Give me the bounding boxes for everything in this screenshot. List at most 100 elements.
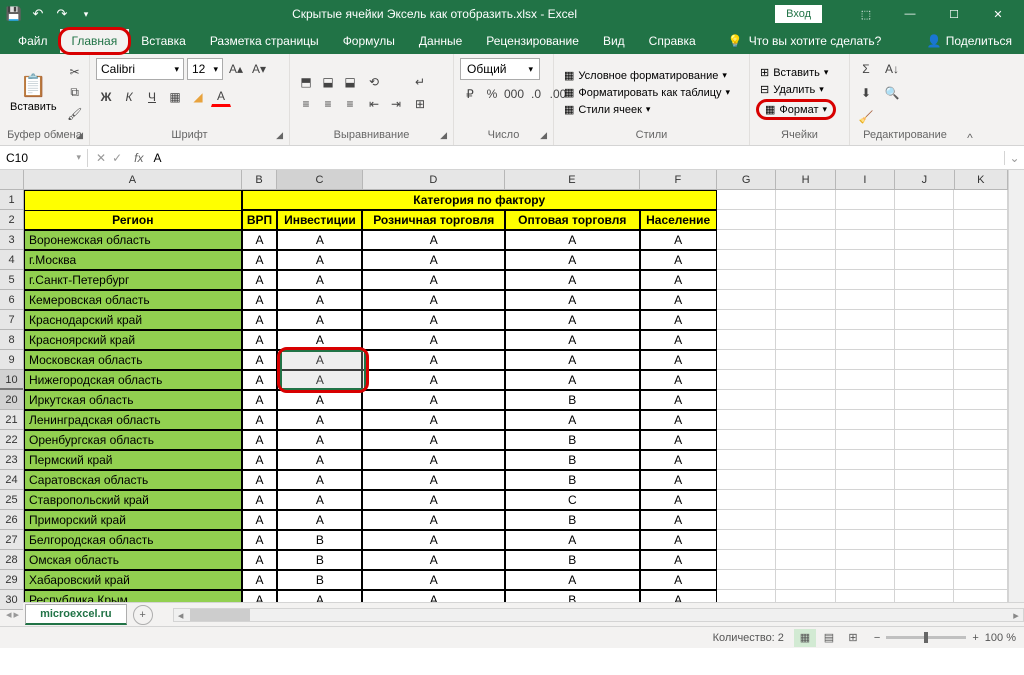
cell-data[interactable]: А	[242, 590, 278, 602]
row-header[interactable]: 30	[0, 590, 23, 610]
paste-button[interactable]: 📋 Вставить	[6, 71, 61, 115]
header-population[interactable]: Население	[640, 210, 717, 230]
cell-data[interactable]: А	[362, 510, 505, 530]
cell-empty[interactable]	[895, 470, 954, 490]
cell-empty[interactable]	[954, 490, 1008, 510]
header-vrp[interactable]: ВРП	[242, 210, 278, 230]
cell-empty[interactable]	[717, 570, 776, 590]
vertical-scrollbar[interactable]	[1008, 170, 1024, 602]
cell-data[interactable]: А	[362, 430, 505, 450]
cell-data[interactable]: В	[505, 550, 640, 570]
cell-data[interactable]: В	[505, 450, 640, 470]
cell-empty[interactable]	[717, 370, 776, 390]
cell-empty[interactable]	[717, 550, 776, 570]
cell-data[interactable]: А	[362, 290, 505, 310]
cell-empty[interactable]	[895, 190, 954, 210]
select-all-corner[interactable]	[0, 170, 23, 190]
cell-data[interactable]: С	[505, 490, 640, 510]
row-header[interactable]: 26	[0, 510, 23, 530]
cell-region[interactable]: Республика Крым	[24, 590, 242, 602]
find-icon[interactable]: 🔍	[882, 83, 902, 103]
cell-data[interactable]: А	[362, 370, 505, 390]
close-icon[interactable]: ✕	[978, 2, 1018, 26]
cell-empty[interactable]	[954, 350, 1008, 370]
cell-data[interactable]: А	[640, 430, 717, 450]
cell-data[interactable]: А	[277, 510, 362, 530]
cell-empty[interactable]	[717, 410, 776, 430]
cell-data[interactable]: А	[277, 270, 362, 290]
cell-empty[interactable]	[776, 330, 835, 350]
row-header[interactable]: 10	[0, 370, 23, 390]
normal-view-icon[interactable]: ▦	[794, 629, 816, 647]
cell-data[interactable]: А	[277, 430, 362, 450]
cell-empty[interactable]	[954, 590, 1008, 602]
cell-empty[interactable]	[895, 330, 954, 350]
header-category[interactable]: Категория по фактору	[242, 190, 717, 210]
cell-data[interactable]: А	[362, 570, 505, 590]
cell-data[interactable]: А	[505, 410, 640, 430]
cell-empty[interactable]	[776, 470, 835, 490]
cell-empty[interactable]	[954, 450, 1008, 470]
column-header[interactable]: E	[505, 170, 640, 189]
cell-data[interactable]: А	[640, 390, 717, 410]
cell-region[interactable]: Воронежская область	[24, 230, 242, 250]
row-header[interactable]: 6	[0, 290, 23, 310]
cell-region[interactable]: г.Санкт-Петербург	[24, 270, 242, 290]
row-header[interactable]: 2	[0, 210, 23, 230]
cell-data[interactable]: В	[505, 430, 640, 450]
cell-data[interactable]: А	[505, 290, 640, 310]
cell-empty[interactable]	[836, 550, 895, 570]
header-retail[interactable]: Розничная торговля	[362, 210, 505, 230]
cell-empty[interactable]	[836, 290, 895, 310]
formula-input[interactable]: А	[147, 149, 1004, 167]
cell-data[interactable]: А	[277, 450, 362, 470]
cell-empty[interactable]	[895, 590, 954, 602]
tab-layout[interactable]: Разметка страницы	[198, 29, 331, 53]
cell-data[interactable]: А	[505, 250, 640, 270]
login-button[interactable]: Вход	[775, 5, 822, 23]
cell-empty[interactable]	[717, 290, 776, 310]
cell-region[interactable]: Ставропольский край	[24, 490, 242, 510]
cell-empty[interactable]	[717, 530, 776, 550]
cell-data[interactable]: А	[640, 310, 717, 330]
row-header[interactable]: 3	[0, 230, 23, 250]
cell-empty[interactable]	[776, 410, 835, 430]
zoom-slider[interactable]	[886, 636, 966, 639]
cell-empty[interactable]	[895, 310, 954, 330]
cell-empty[interactable]	[776, 430, 835, 450]
cell-data[interactable]: А	[640, 230, 717, 250]
cell-data[interactable]: А	[505, 230, 640, 250]
row-header[interactable]: 25	[0, 490, 23, 510]
cell-empty[interactable]	[895, 410, 954, 430]
cell-empty[interactable]	[776, 190, 835, 210]
cell-empty[interactable]	[776, 390, 835, 410]
zoom-level[interactable]: 100 %	[985, 632, 1016, 644]
sheet-tab[interactable]: microexcel.ru	[25, 604, 127, 625]
cell-empty[interactable]	[895, 390, 954, 410]
row-header[interactable]: 28	[0, 550, 23, 570]
cell-empty[interactable]	[895, 490, 954, 510]
cell-data[interactable]: А	[242, 270, 278, 290]
cell-empty[interactable]	[895, 350, 954, 370]
cell-empty[interactable]	[954, 550, 1008, 570]
cell-empty[interactable]	[717, 270, 776, 290]
cell-empty[interactable]	[836, 430, 895, 450]
cell-empty[interactable]	[954, 210, 1008, 230]
cell-data[interactable]: А	[242, 530, 278, 550]
cell-data[interactable]: А	[242, 510, 278, 530]
cell-data[interactable]: В	[505, 470, 640, 490]
cell-data[interactable]: А	[277, 330, 362, 350]
maximize-icon[interactable]: ☐	[934, 2, 974, 26]
cell-empty[interactable]	[895, 510, 954, 530]
cell-data[interactable]: А	[640, 450, 717, 470]
cell-empty[interactable]	[954, 370, 1008, 390]
autosum-icon[interactable]: Σ	[856, 59, 876, 79]
cell-data[interactable]: А	[640, 530, 717, 550]
row-header[interactable]: 7	[0, 310, 23, 330]
cell-empty[interactable]	[954, 410, 1008, 430]
row-header[interactable]: 22	[0, 430, 23, 450]
cell-empty[interactable]	[954, 430, 1008, 450]
cell-empty[interactable]	[717, 430, 776, 450]
cell-data[interactable]: А	[362, 410, 505, 430]
cell-data[interactable]: А	[362, 230, 505, 250]
